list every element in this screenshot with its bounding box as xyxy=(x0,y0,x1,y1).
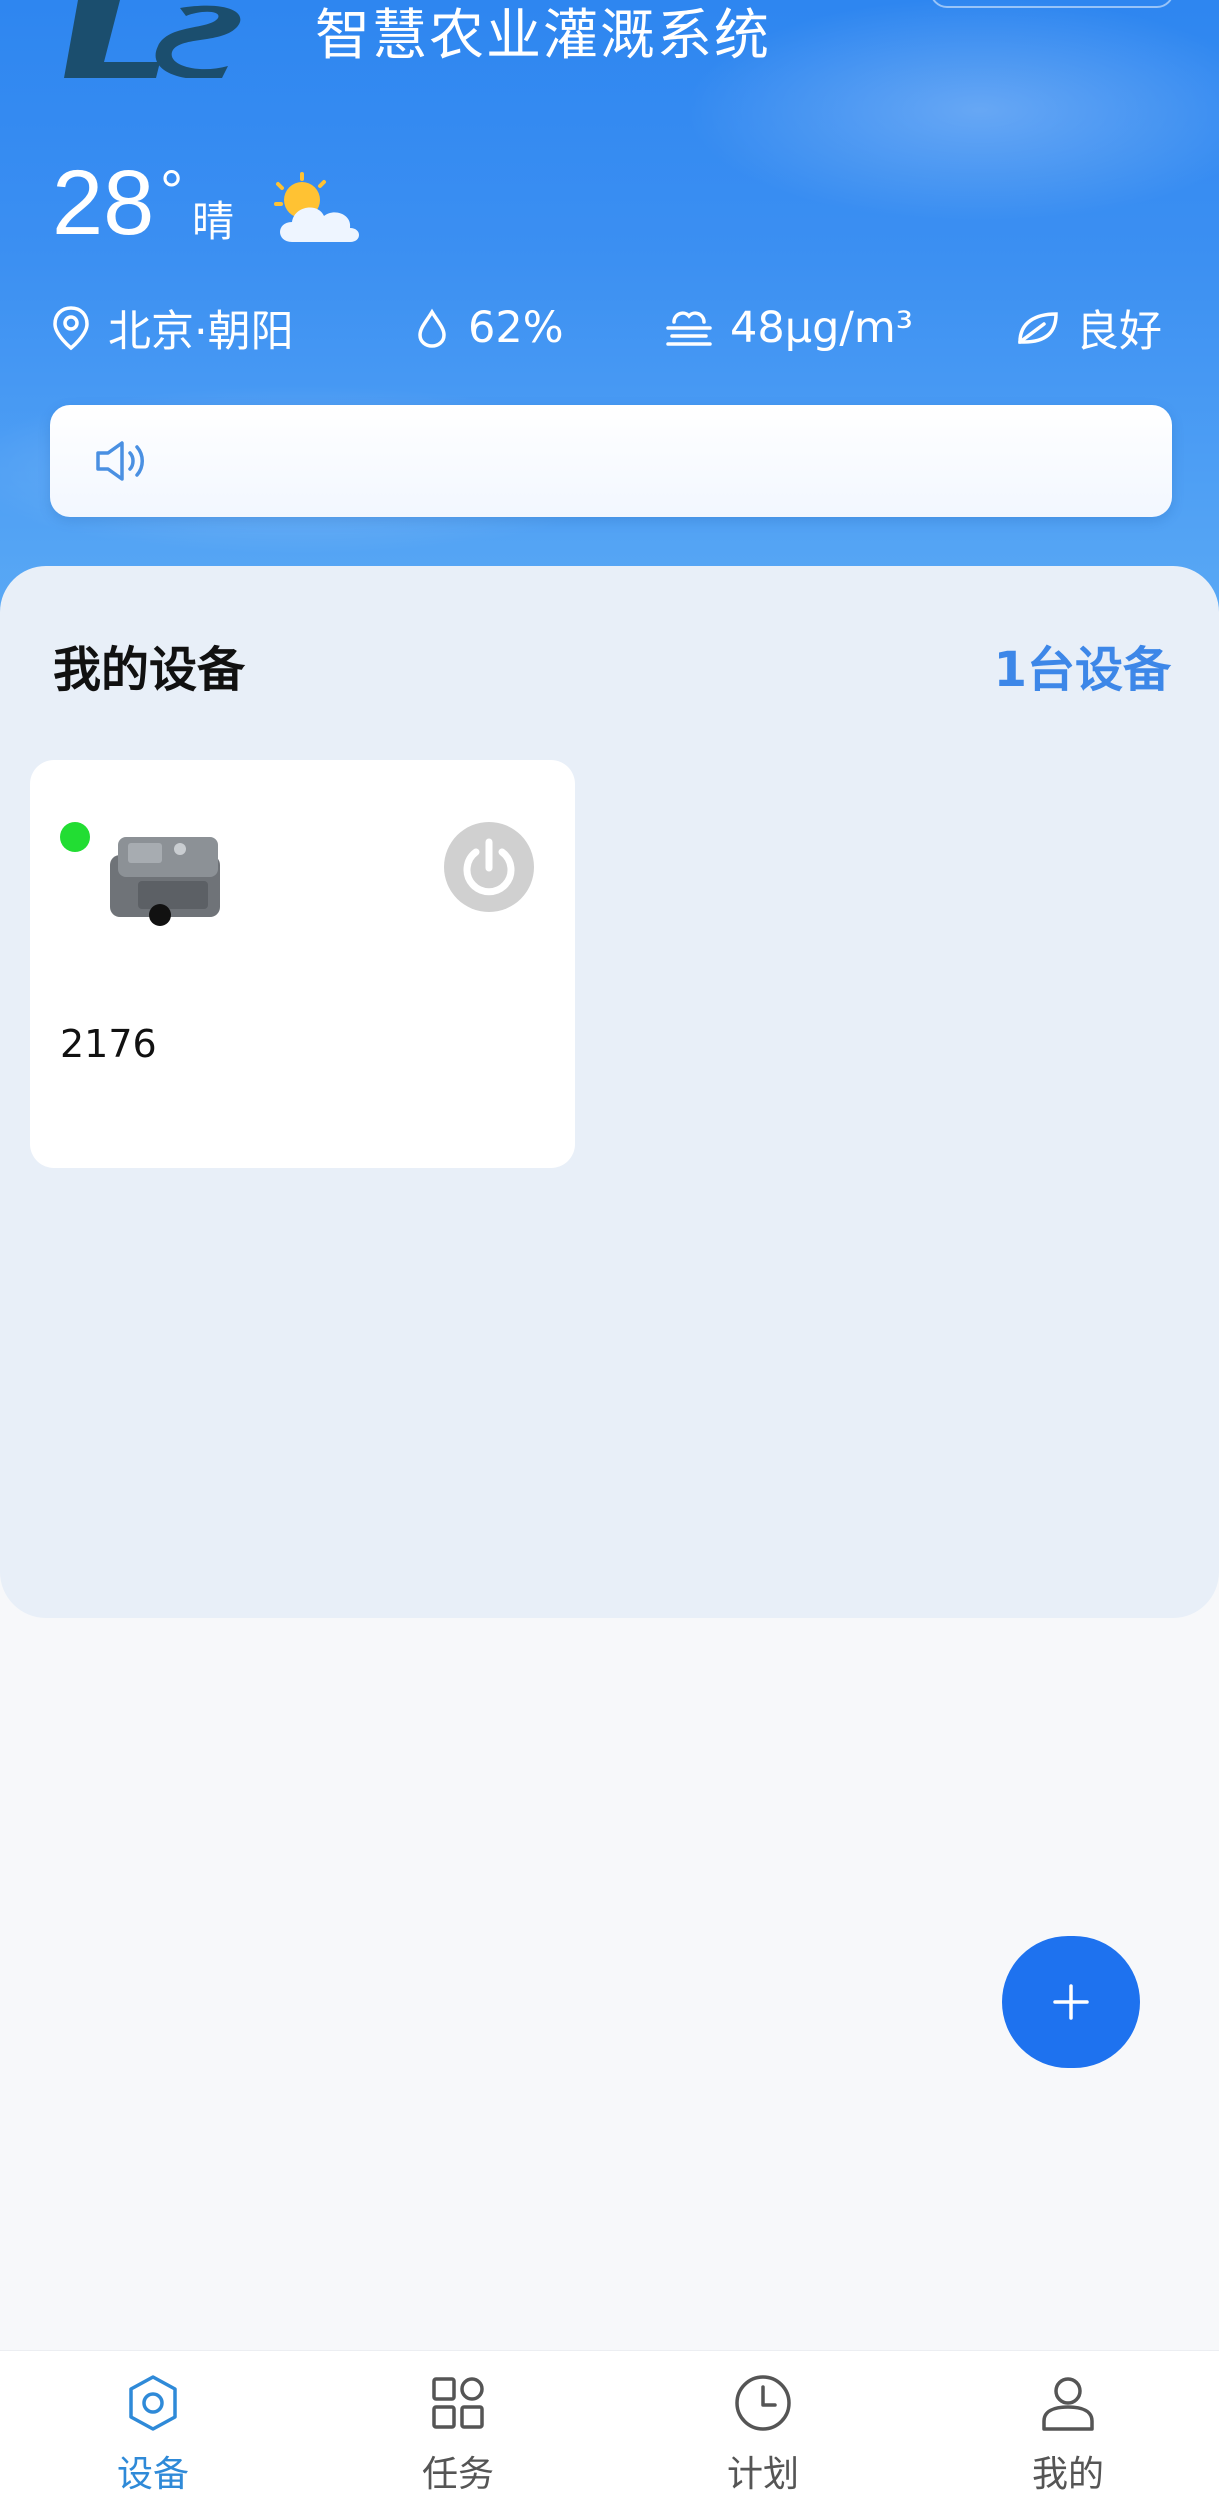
air-quality-text: 良好 xyxy=(1076,307,1162,357)
clock-icon xyxy=(735,2375,791,2431)
pm-text: 48μg/m³ xyxy=(730,303,913,353)
humidity-text: 62% xyxy=(468,303,564,353)
location-stat: 北京·朝阳 xyxy=(50,300,294,357)
tab-label: 设备 xyxy=(116,2454,189,2495)
haze-icon xyxy=(666,311,712,346)
weather-condition: 晴 xyxy=(192,197,235,246)
temperature-value: 28 xyxy=(52,152,155,254)
online-status-dot xyxy=(60,822,90,852)
power-icon xyxy=(463,838,515,896)
pm-stat: 48μg/m³ xyxy=(664,300,913,356)
devices-title: 我的设备 xyxy=(53,642,246,698)
degree-symbol: ° xyxy=(160,159,184,224)
notice-bar[interactable] xyxy=(50,405,1172,517)
device-card[interactable]: 2176 xyxy=(30,760,575,1168)
app-title: 智慧农业灌溉系统 xyxy=(315,3,772,67)
app-logo: LS xyxy=(64,0,241,78)
device-count[interactable]: 1台设备 xyxy=(994,630,1171,700)
tab-label: 计划 xyxy=(726,2454,799,2495)
bottom-tab-bar: 设备 任务 计划 我的 xyxy=(0,2350,1219,2500)
location-text: 北京·朝阳 xyxy=(108,307,294,357)
tab-tasks[interactable]: 任务 xyxy=(358,2351,558,2500)
speaker-icon xyxy=(96,441,144,481)
tab-devices[interactable]: 设备 xyxy=(53,2351,253,2500)
header-hero: LS 智慧农业灌溉系统 28 ° 晴 北京·朝阳 62% xyxy=(0,0,1219,620)
humidity-stat: 62% xyxy=(412,300,564,356)
grid-icon xyxy=(432,2377,484,2429)
air-quality-stat: 良好 xyxy=(1014,300,1162,357)
leaf-icon xyxy=(1018,312,1058,344)
tab-plan[interactable]: 计划 xyxy=(663,2351,863,2500)
gear-icon xyxy=(129,2375,177,2431)
tab-label: 任务 xyxy=(421,2454,494,2495)
valve-actuator-image xyxy=(110,837,220,926)
tab-mine[interactable]: 我的 xyxy=(968,2351,1168,2500)
plus-icon xyxy=(1053,1984,1089,2020)
add-device-button[interactable] xyxy=(1002,1936,1140,2068)
user-icon xyxy=(1042,2377,1094,2431)
location-pin-icon xyxy=(53,306,89,351)
power-button[interactable] xyxy=(444,822,534,912)
tab-label: 我的 xyxy=(1031,2454,1104,2495)
device-name: 2176 xyxy=(60,1022,157,1066)
top-pill[interactable] xyxy=(930,0,1174,8)
water-drop-icon xyxy=(418,308,446,348)
partly-cloudy-icon xyxy=(274,172,359,242)
